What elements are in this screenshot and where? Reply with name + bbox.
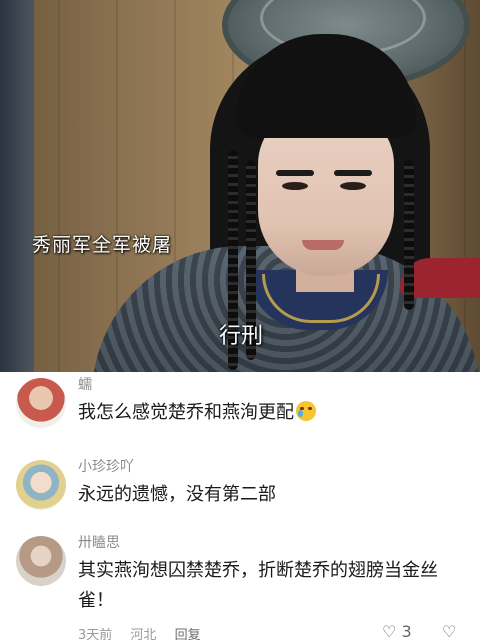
- character-mouth: [302, 240, 344, 250]
- subtitle-center: 行刑: [218, 324, 263, 349]
- subtitle-left: 秀丽军全军被屠: [32, 234, 173, 256]
- comment-list[interactable]: 蠕 我怎么感觉楚乔和燕洵更配 小珍珍吖 永远的遗憾，没有第二部 卅瞌思 其实燕洵…: [0, 372, 480, 640]
- heart-icon: ♡: [382, 622, 397, 640]
- right-eye: [340, 182, 366, 190]
- hair-braid: [404, 160, 414, 310]
- crying-laughing-icon: [296, 401, 316, 421]
- avatar[interactable]: [16, 378, 66, 428]
- left-eye: [282, 182, 308, 190]
- comment-location: 河北: [130, 628, 157, 640]
- avatar[interactable]: [16, 460, 66, 510]
- comment-text-body: 我怎么感觉楚乔和燕洵更配: [78, 402, 294, 423]
- like-count: 3: [401, 622, 412, 640]
- left-eyebrow: [276, 170, 314, 176]
- comment-time: 3天前: [78, 628, 113, 640]
- comment-meta: 3天前 河北 回复: [78, 624, 215, 640]
- dislike-button[interactable]: ♡: [442, 622, 456, 640]
- reply-button[interactable]: 回复: [175, 628, 201, 640]
- avatar[interactable]: [16, 536, 66, 586]
- comment-text: 永远的遗憾，没有第二部: [78, 484, 276, 505]
- video-frame[interactable]: 秀丽军全军被屠 行刑: [0, 0, 480, 378]
- comment-text: 其实燕洵想囚禁楚乔，折断楚乔的翅膀当金丝雀！: [78, 560, 438, 611]
- right-eyebrow: [334, 170, 372, 176]
- like-button[interactable]: ♡ 3: [382, 622, 412, 640]
- comment-text: 我怎么感觉楚乔和燕洵更配: [78, 398, 470, 428]
- comment-username[interactable]: 卅瞌思: [78, 532, 120, 552]
- comment-username[interactable]: 小珍珍吖: [78, 456, 134, 476]
- broken-heart-icon: ♡: [442, 622, 457, 640]
- comment-username[interactable]: 蠕: [78, 374, 92, 394]
